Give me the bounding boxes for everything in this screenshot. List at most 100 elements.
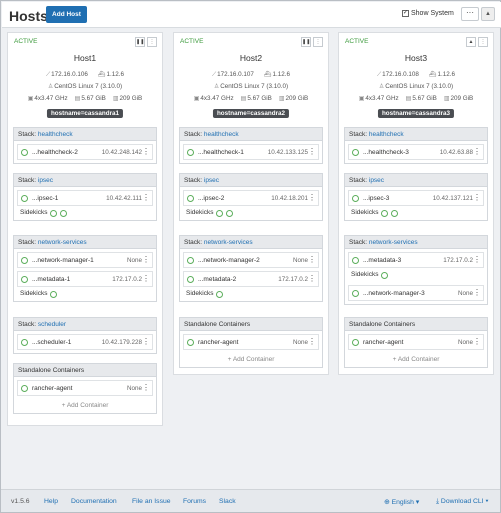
host-name[interactable]: Host2: [174, 53, 328, 63]
kebab-icon[interactable]: ⋮: [142, 255, 150, 264]
language-menu[interactable]: ⊕ English ▾: [384, 498, 419, 506]
stack-panel: Stack: network-services ...network-manage…: [179, 235, 323, 302]
more-options-button[interactable]: ···: [461, 7, 479, 21]
container-row[interactable]: ...network-manager-3 None ⋮: [348, 285, 484, 301]
container-row[interactable]: ...ipsec-2 10.42.18.201 ⋮: [183, 190, 319, 206]
host-name[interactable]: Host3: [339, 53, 493, 63]
sidekick-status-icon[interactable]: [381, 271, 389, 279]
container-row[interactable]: ...metadata-3 172.17.0.2 ⋮: [348, 252, 484, 268]
stack-name[interactable]: network-services: [38, 239, 87, 246]
container-name[interactable]: rancher-agent: [32, 385, 72, 392]
kebab-icon[interactable]: ⋮: [473, 288, 481, 297]
stack-name[interactable]: ipsec: [204, 177, 219, 184]
container-name[interactable]: ...ipsec-1: [32, 195, 58, 202]
stack-name[interactable]: healthcheck: [204, 131, 239, 138]
sidekick-status-icon[interactable]: [216, 290, 224, 298]
file-issue-link[interactable]: File an Issue: [132, 498, 171, 505]
kebab-icon[interactable]: ⋮: [473, 337, 481, 346]
forums-link[interactable]: Forums: [183, 498, 206, 505]
stack-name[interactable]: ipsec: [369, 177, 384, 184]
container-name[interactable]: ...ipsec-3: [363, 195, 389, 202]
add-container-button[interactable]: + Add Container: [180, 353, 322, 367]
container-name[interactable]: rancher-agent: [198, 339, 238, 346]
kebab-icon[interactable]: ⋮: [142, 193, 150, 202]
host-state: ACTIVE: [180, 38, 204, 45]
kebab-icon[interactable]: ⋮: [142, 383, 150, 392]
container-name[interactable]: rancher-agent: [363, 339, 403, 346]
stack-prefix: Stack:: [184, 177, 204, 184]
sidekick-status-icon[interactable]: [50, 209, 58, 217]
stack-name[interactable]: network-services: [204, 239, 253, 246]
host-name[interactable]: Host1: [8, 53, 162, 63]
docker-value: 1.12.6: [272, 71, 291, 78]
slack-link[interactable]: Slack: [219, 498, 236, 505]
container-name[interactable]: ...metadata-2: [198, 276, 236, 283]
container-row[interactable]: ...ipsec-3 10.42.137.121 ⋮: [348, 190, 484, 206]
version-label: v1.5.6: [11, 498, 30, 505]
container-row[interactable]: ...ipsec-1 10.42.42.111 ⋮: [17, 190, 153, 206]
sidekick-status-icon[interactable]: [391, 209, 399, 217]
kebab-icon[interactable]: ⋮: [308, 147, 316, 156]
show-system-toggle[interactable]: ✓ Show System: [402, 10, 454, 17]
sidekick-status-icon[interactable]: [60, 209, 68, 217]
stack-name[interactable]: scheduler: [38, 321, 66, 328]
documentation-link[interactable]: Documentation: [71, 498, 117, 505]
sidekick-status-icon[interactable]: [226, 209, 234, 217]
stack-name[interactable]: network-services: [369, 239, 418, 246]
stack-name[interactable]: ipsec: [38, 177, 53, 184]
sidekick-status-icon[interactable]: [50, 290, 58, 298]
kebab-icon[interactable]: ⋮: [308, 255, 316, 264]
help-link[interactable]: Help: [44, 498, 58, 505]
container-name[interactable]: ...network-manager-2: [198, 257, 260, 264]
container-name[interactable]: ...network-manager-3: [363, 290, 425, 297]
kebab-icon[interactable]: ⋮: [478, 37, 488, 47]
kebab-icon[interactable]: ⋮: [142, 147, 150, 156]
stack-name[interactable]: healthcheck: [38, 131, 73, 138]
download-cli-menu[interactable]: ⤓ Download CLI ▾: [436, 498, 488, 506]
stack-name[interactable]: healthcheck: [369, 131, 404, 138]
container-row[interactable]: ...healthcheck-1 10.42.133.125 ⋮: [183, 144, 319, 160]
os-value: CentOS Linux 7 (3.10.0): [385, 83, 454, 90]
kebab-icon[interactable]: ⋮: [473, 147, 481, 156]
kebab-icon[interactable]: ⋮: [142, 337, 150, 346]
container-row[interactable]: rancher-agent None ⋮: [183, 334, 319, 350]
ram-info: ▤5.67 GiB: [241, 95, 272, 102]
container-name[interactable]: ...healthcheck-2: [32, 149, 78, 156]
container-name[interactable]: ...metadata-1: [32, 276, 70, 283]
kebab-icon[interactable]: ⋮: [308, 337, 316, 346]
kebab-icon[interactable]: ⋮: [473, 255, 481, 264]
add-container-button[interactable]: + Add Container: [345, 353, 487, 367]
container-row[interactable]: ...metadata-1 172.17.0.2 ⋮: [17, 271, 153, 287]
kebab-icon[interactable]: ⋮: [313, 37, 323, 47]
add-container-button[interactable]: + Add Container: [14, 399, 156, 413]
container-name[interactable]: ...healthcheck-3: [363, 149, 409, 156]
stack-header: Stack: network-services: [345, 236, 487, 249]
container-name[interactable]: ...healthcheck-1: [198, 149, 244, 156]
container-name[interactable]: ...ipsec-2: [198, 195, 224, 202]
show-system-checkbox[interactable]: ✓: [402, 10, 409, 17]
container-row[interactable]: ...network-manager-2 None ⋮: [183, 252, 319, 268]
sidekick-status-icon[interactable]: [381, 209, 389, 217]
container-name[interactable]: ...metadata-3: [363, 257, 401, 264]
kebab-icon[interactable]: ⋮: [147, 37, 157, 47]
add-host-button[interactable]: Add Host: [46, 6, 87, 23]
container-name[interactable]: ...scheduler-1: [32, 339, 71, 346]
collapse-icon[interactable]: ▲: [481, 7, 495, 21]
container-row[interactable]: ...healthcheck-2 10.42.248.142 ⋮: [17, 144, 153, 160]
kebab-icon[interactable]: ⋮: [308, 274, 316, 283]
container-row[interactable]: ...scheduler-1 10.42.179.228 ⋮: [17, 334, 153, 350]
up-icon[interactable]: ▲: [466, 37, 476, 47]
container-name[interactable]: ...network-manager-1: [32, 257, 94, 264]
pause-icon[interactable]: ❚❚: [135, 37, 145, 47]
sidekick-status-icon[interactable]: [216, 209, 224, 217]
kebab-icon[interactable]: ⋮: [473, 193, 481, 202]
kebab-icon[interactable]: ⋮: [308, 193, 316, 202]
container-row[interactable]: ...network-manager-1 None ⋮: [17, 252, 153, 268]
kebab-icon[interactable]: ⋮: [142, 274, 150, 283]
container-row[interactable]: rancher-agent None ⋮: [17, 380, 153, 396]
sidekicks-label: Sidekicks: [20, 209, 48, 216]
pause-icon[interactable]: ❚❚: [301, 37, 311, 47]
container-row[interactable]: ...metadata-2 172.17.0.2 ⋮: [183, 271, 319, 287]
container-row[interactable]: ...healthcheck-3 10.42.63.88 ⋮: [348, 144, 484, 160]
container-row[interactable]: rancher-agent None ⋮: [348, 334, 484, 350]
